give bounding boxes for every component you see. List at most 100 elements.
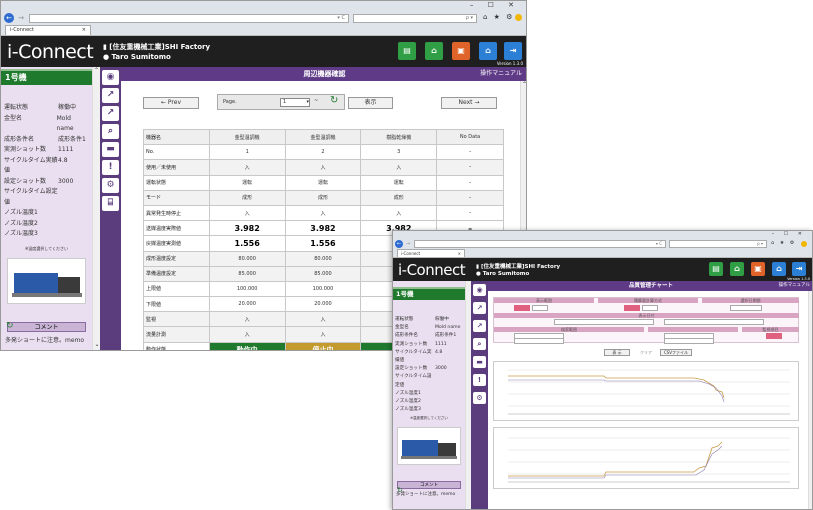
cell: 20.000	[208, 296, 286, 313]
manual-link[interactable]: 操作マニュアル	[779, 281, 810, 291]
trend-chart-2-icon[interactable]: ↗	[473, 320, 486, 332]
cell: –	[436, 144, 504, 161]
toolbar-icons[interactable]: ⌂ ★ ⚙	[771, 240, 796, 246]
period-select[interactable]	[730, 305, 762, 311]
page-input[interactable]: 1 ▾	[280, 98, 310, 107]
range-option-button[interactable]	[514, 305, 530, 311]
inspect-icon[interactable]: ⌕	[473, 338, 486, 350]
window-controls[interactable]: – ☐ ✕	[470, 1, 520, 9]
column-header: No Data	[436, 128, 504, 146]
page-title: 周辺機器確認	[303, 70, 346, 78]
search-input[interactable]: ρ ▾	[353, 14, 477, 23]
window-controls[interactable]: – ☐ ✕	[772, 231, 806, 237]
home-icon[interactable]: ⌂	[479, 42, 497, 60]
logout-icon[interactable]: ⇥	[504, 42, 522, 60]
search-range-select-2[interactable]	[514, 338, 564, 344]
forward-icon[interactable]: →	[16, 13, 26, 23]
toolbar-icons[interactable]: ⌂ ★ ⚙	[483, 13, 514, 21]
lock-icon[interactable]: ⌂	[730, 262, 744, 276]
status-row: サイクルタイム設定値	[395, 374, 432, 388]
maintenance-icon[interactable]: ⚙	[102, 178, 119, 193]
report-icon[interactable]: ▤	[709, 262, 723, 276]
inspect-icon[interactable]: ⌕	[102, 124, 119, 139]
close-tab-icon[interactable]: ×	[458, 251, 461, 256]
calc-option-button[interactable]	[624, 305, 640, 311]
back-icon[interactable]: ←	[395, 240, 403, 248]
trend-chart-2-icon[interactable]: ↗	[102, 106, 119, 121]
status-row: 実測ショット数 1111	[395, 341, 447, 347]
cell: 3	[360, 144, 438, 161]
address-bar-row: ← → ▾ C ρ ▾ ⌂ ★ ⚙	[393, 239, 812, 249]
eye-icon[interactable]: ◉	[473, 284, 486, 296]
logout-icon[interactable]: ⇥	[792, 262, 806, 276]
display-button[interactable]: 表示	[348, 97, 393, 109]
start-date-select[interactable]	[554, 319, 654, 325]
alert-icon[interactable]: !	[473, 374, 486, 386]
status-row: ノズル温度2	[395, 399, 421, 405]
browser-tab[interactable]: i-Connect ×	[397, 249, 465, 257]
trend-chart-icon[interactable]: ↗	[473, 302, 486, 314]
sidebar-scrollbar[interactable]: ⌃ ⌄	[92, 67, 100, 350]
user-icon: ●	[103, 53, 112, 61]
chart-icon[interactable]: ▣	[751, 262, 765, 276]
status-row: サイクルタイム実績値 4.8	[395, 349, 443, 364]
chart-icon[interactable]: ▣	[452, 42, 470, 60]
status-row: ノズル温度3	[4, 230, 38, 237]
page-dropdown-icon[interactable]: ▾	[306, 99, 309, 106]
peripheral-icon[interactable]: ▬	[473, 356, 486, 368]
home-icon[interactable]: ⌂	[772, 262, 786, 276]
monitor-toggle[interactable]	[766, 333, 782, 339]
page-title-bar: 品質管理チャート 操作マニュアル	[488, 281, 812, 291]
url-input[interactable]: ▾ C	[414, 240, 666, 248]
peripheral-icon[interactable]: ▬	[102, 142, 119, 157]
scroll-up-icon[interactable]: ⌃	[521, 81, 526, 88]
row-label: No.	[143, 144, 210, 161]
cell: 成形	[284, 189, 362, 206]
back-icon[interactable]: ←	[4, 13, 14, 23]
cell: 運転	[284, 174, 362, 191]
prev-button[interactable]: ← Prev	[143, 97, 199, 109]
refresh-icon[interactable]: ↻	[6, 321, 14, 331]
refresh-icon[interactable]: ▾ C	[656, 241, 662, 246]
app-logo: i-Connect	[398, 261, 466, 279]
scroll-up-icon[interactable]: ⌃	[93, 67, 100, 74]
machine-unit-shape	[438, 443, 456, 457]
range-option-button[interactable]	[532, 305, 548, 311]
next-button[interactable]: Next →	[441, 97, 497, 109]
item-select-2[interactable]	[664, 338, 714, 344]
alert-icon[interactable]: !	[102, 160, 119, 175]
browser-tab[interactable]: i-Connect ×	[5, 25, 91, 35]
status-row: 運転状態 稼働中	[395, 317, 449, 322]
network-icon[interactable]: ⌸	[102, 196, 119, 211]
close-tab-icon[interactable]: ×	[82, 27, 86, 34]
refresh-icon[interactable]: ▾ C	[337, 15, 345, 21]
report-icon[interactable]: ▤	[398, 42, 416, 60]
comment-text: 多発ショートに注意。memo	[5, 336, 85, 344]
cell: 入	[208, 326, 286, 343]
row-label: 動作状態	[143, 341, 210, 350]
forward-icon[interactable]: →	[404, 240, 412, 248]
main-scrollbar[interactable]	[808, 291, 812, 509]
show-button[interactable]: 表 示	[604, 349, 630, 356]
smiley-icon[interactable]	[515, 14, 522, 21]
csv-button[interactable]: CSVファイル	[660, 349, 692, 356]
lock-icon[interactable]: ⌂	[425, 42, 443, 60]
clear-button[interactable]: クリア	[640, 350, 652, 356]
trend-chart-icon[interactable]: ↗	[102, 88, 119, 103]
table-row: No. 1 2 3–	[143, 144, 504, 161]
row-label: 下限値	[143, 296, 210, 313]
row-label: モード	[143, 189, 210, 206]
maintenance-icon[interactable]: ⚙	[473, 392, 486, 404]
reload-icon[interactable]: ↻	[330, 95, 338, 106]
calc-option-button[interactable]	[642, 305, 658, 311]
refresh-icon[interactable]: ↻	[397, 486, 403, 494]
end-date-select[interactable]	[664, 319, 764, 325]
manual-link[interactable]: 操作マニュアル	[480, 67, 522, 81]
machine-photo	[7, 257, 86, 304]
eye-icon[interactable]: ◉	[102, 70, 119, 85]
page-separator: ~	[314, 98, 319, 104]
table-header-row: 機器名 金型温調機 金型温調機 樹脂乾燥機 No Data	[143, 128, 504, 146]
url-input[interactable]: ▾ C	[29, 14, 349, 23]
smiley-icon[interactable]	[801, 241, 807, 247]
search-input[interactable]: ρ ▾	[669, 240, 767, 248]
